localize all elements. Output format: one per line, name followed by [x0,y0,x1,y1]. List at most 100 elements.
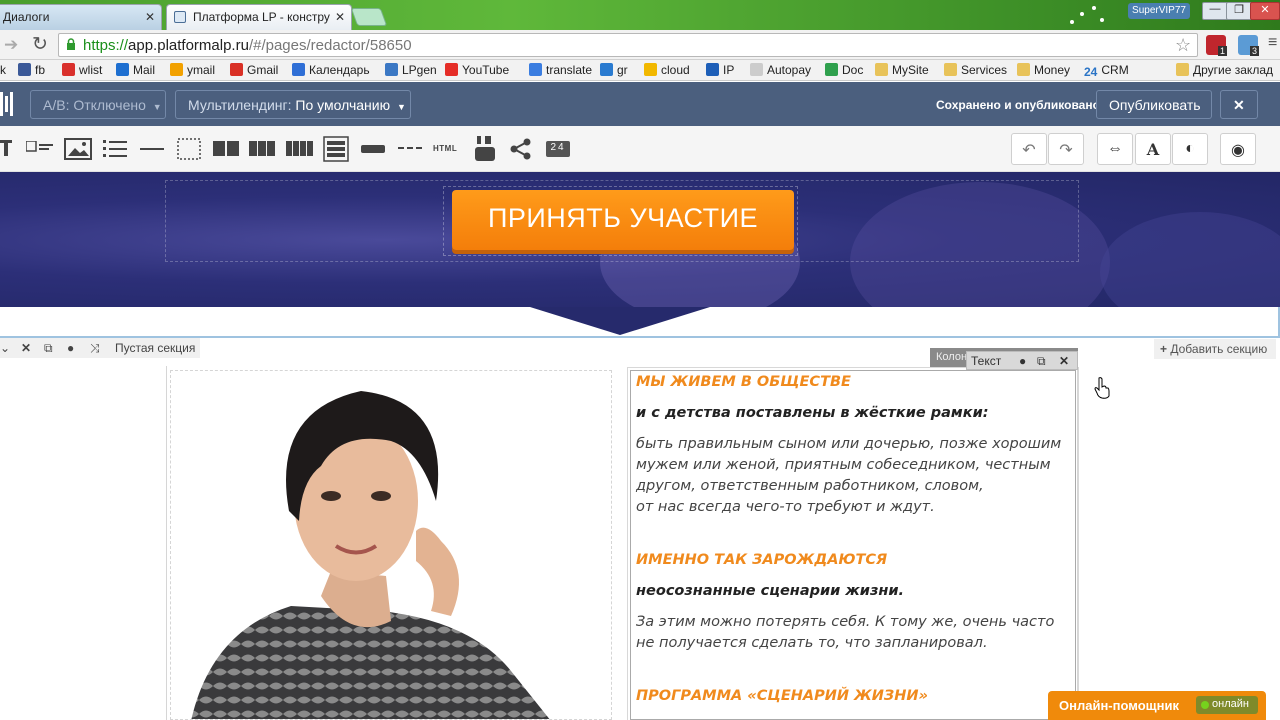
multilanding-prefix: Мультилендинг: [188,97,292,113]
tab-platforma-lp[interactable]: Платформа LP - констру ✕ [166,4,352,30]
translate-icon [529,63,542,76]
bookmark-19[interactable]: 24 CRM [1084,63,1129,79]
color-drop-icon[interactable]: ● [1019,354,1026,368]
bookmark-6[interactable]: Gmail [230,63,278,77]
bookmark-star-icon[interactable]: ☆ [1175,35,1191,56]
bookmark-13[interactable]: IP [706,63,734,77]
text-line: мужем или женой, приятным собеседником, … [636,457,1051,473]
share-tool-icon[interactable] [510,138,532,160]
divider-tool-icon[interactable] [398,147,422,151]
bookmark-16[interactable]: MySite [875,63,929,77]
preview-button[interactable]: ◉ [1220,133,1256,165]
text-line: За этим можно потерять себя. К тому же, … [636,614,1055,630]
envelope-icon [600,63,613,76]
add-section-button[interactable]: + Добавить секцию [1154,339,1276,359]
background-color-icon[interactable]: ● [67,341,74,355]
column-label: Колон [936,351,968,363]
bookmark-3[interactable]: wlist [62,63,102,77]
profile-badge[interactable]: SuperVIP77 [1128,3,1190,19]
multilanding-dropdown[interactable]: Мультилендинг: По умолчанию ▼ [175,90,411,119]
text-tool-icon[interactable] [0,140,12,156]
bookmark-label: YouTube [462,63,510,77]
line-tool-icon[interactable] [140,148,164,151]
hero-arrow-shape [530,307,710,335]
empty-block-tool-icon[interactable] [177,138,201,160]
bookmark-label: Money [1034,63,1071,77]
bookmark-7[interactable]: Календарь [292,63,370,77]
bookmark-20[interactable]: Другие заклад [1176,63,1273,77]
text-subheading: неосознанные сценарии жизни. [636,583,905,599]
close-tab-icon[interactable]: ✕ [335,10,345,24]
redo-button[interactable]: ↷ [1048,133,1084,165]
bookmark-18[interactable]: Money [1017,63,1070,77]
url-input[interactable]: https://app.platformalp.ru/#/pages/redac… [58,33,1198,57]
form-tool-icon[interactable] [323,136,349,162]
online-helper-widget[interactable]: Онлайн-помощник онлайн [1048,691,1266,720]
bookmark-2[interactable]: fb [18,63,45,77]
url-path: /#/pages/redactor/58650 [248,37,412,54]
bookmark-14[interactable]: Autopay [750,63,811,77]
contrast-icon: ◐ [1185,140,1195,157]
delete-section-icon[interactable]: ✕ [21,341,31,355]
width-icon: ⇔ [1107,140,1123,157]
new-tab-button[interactable] [350,8,388,26]
bookmark-10[interactable]: translate [529,63,592,77]
facebook-icon [18,63,31,76]
three-columns-tool-icon[interactable] [249,141,275,156]
close-tab-icon[interactable]: ✕ [145,10,155,24]
bookmark-12[interactable]: cloud [644,63,690,77]
window-close-icon[interactable]: ✕ [1250,2,1280,20]
publish-button[interactable]: Опубликовать [1096,90,1212,119]
menu-icon[interactable]: ≡ [1268,34,1277,52]
copy-section-icon[interactable]: ⧉ [44,341,53,356]
ab-test-dropdown[interactable]: А/В: Отключено ▼ [30,90,166,119]
ymail-icon [170,63,183,76]
contrast-button[interactable]: ◐ [1172,133,1208,165]
two-columns-tool-icon[interactable] [213,141,239,156]
minimize-icon[interactable]: — [1202,2,1228,20]
extension-blue-icon[interactable]: 3 [1238,35,1260,56]
bookmark-11[interactable]: gr [600,63,628,77]
image-tool-icon[interactable] [64,138,92,160]
bookmark-1[interactable]: k [0,63,6,77]
width-toggle-button[interactable]: ⇔ [1097,133,1133,165]
bookmark-5[interactable]: ymail [170,63,215,77]
browser-tab-strip: Диалоги ✕ Платформа LP - констру ✕ Super… [0,0,1280,30]
tab-dialogs[interactable]: Диалоги ✕ [0,4,162,30]
gmail-icon [230,63,243,76]
chevron-down-icon[interactable]: ⌄ [0,341,10,355]
chat-status-badge: онлайн [1196,696,1258,714]
url-host: app.platformalp.ru [128,37,249,54]
close-editor-button[interactable]: ✕ [1220,90,1258,119]
image-text-tool-icon[interactable] [26,141,54,157]
button-tool-icon[interactable] [361,145,385,153]
editor-toolbar: HTML 24 ↶ ↷ ⇔ A ◐ ◉ [0,126,1280,172]
photo-column[interactable] [170,370,612,720]
bookmark-label: Gmail [247,63,279,77]
bookmark-17[interactable]: Services [944,63,1007,77]
youtube-tool-icon[interactable] [475,136,495,162]
four-columns-tool-icon[interactable] [286,141,313,156]
bookmark-label: LPgen [402,63,437,77]
list-tool-icon[interactable] [103,138,127,160]
lock-icon [67,38,75,50]
bookmark-9[interactable]: YouTube [445,63,509,77]
maximize-icon[interactable]: ❐ [1226,2,1252,20]
bookmark-15[interactable]: Doc [825,63,863,77]
bookmark-label: translate [546,63,593,77]
participate-button[interactable]: ПРИНЯТЬ УЧАСТИЕ [452,190,794,250]
timer-tool-icon[interactable]: 24 [546,141,570,157]
chevron-down-icon: ▼ [397,102,406,112]
extension-red-icon[interactable]: 1 [1206,35,1228,56]
bookmark-8[interactable]: LPgen [385,63,437,77]
bookmark-4[interactable]: Mail [116,63,155,77]
reload-icon[interactable]: ↻ [32,33,48,56]
font-settings-button[interactable]: A [1135,133,1171,165]
text-heading: МЫ ЖИВЕМ В ОБЩЕСТВЕ [636,374,851,390]
undo-button[interactable]: ↶ [1011,133,1047,165]
shuffle-icon[interactable]: ⤨ [90,341,100,356]
html-tool-icon[interactable]: HTML [433,144,457,153]
delete-block-icon[interactable]: ✕ [1059,354,1069,368]
forward-arrow-icon[interactable]: ➔ [4,35,18,55]
copy-block-icon[interactable]: ⧉ [1037,354,1046,369]
